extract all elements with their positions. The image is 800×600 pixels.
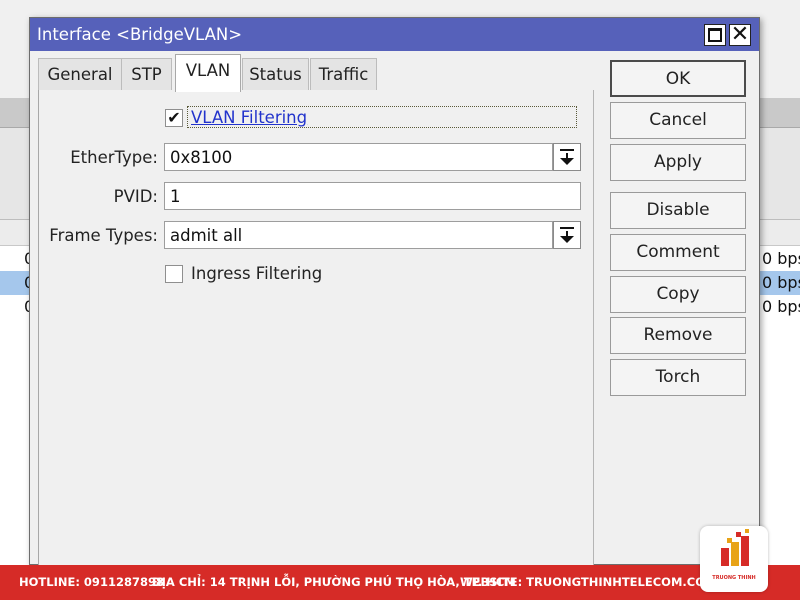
disable-button[interactable]: Disable [610, 192, 746, 229]
pvid-field[interactable]: 1 [164, 182, 581, 210]
comment-button[interactable]: Comment [610, 234, 746, 271]
footer-hotline: HOTLINE: 0911287898 [19, 575, 164, 589]
logo-mark-icon [721, 529, 749, 566]
panel-divider [593, 90, 594, 566]
row-rate-value: 0 bps [762, 273, 800, 292]
ethertype-dropdown-button[interactable] [553, 143, 581, 171]
tab-vlan[interactable]: VLAN [175, 54, 241, 92]
cancel-button[interactable]: Cancel [610, 102, 746, 139]
vlan-filtering-checkbox[interactable]: ✔ [165, 109, 183, 127]
ingress-filtering-checkbox[interactable] [165, 265, 183, 283]
apply-button[interactable]: Apply [610, 144, 746, 181]
close-icon: ✕ [730, 22, 750, 47]
frame-types-field[interactable]: admit all [164, 221, 553, 249]
logo-text: TRUONG THINH [712, 575, 756, 581]
frame-types-dropdown-button[interactable] [553, 221, 581, 249]
tab-general[interactable]: General [38, 58, 122, 91]
ok-button[interactable]: OK [610, 60, 746, 97]
ingress-filtering-label[interactable]: Ingress Filtering [191, 264, 322, 283]
checkmark-icon: ✔ [167, 108, 181, 127]
maximize-icon [708, 28, 722, 42]
dialog-titlebar[interactable]: Interface <BridgeVLAN> ✕ [30, 18, 759, 51]
frame-types-label: Frame Types: [49, 226, 158, 245]
dropdown-arrow-icon [560, 149, 574, 151]
tab-status[interactable]: Status [242, 58, 309, 91]
copy-button[interactable]: Copy [610, 276, 746, 313]
ethertype-label: EtherType: [70, 148, 158, 167]
pvid-label: PVID: [113, 187, 158, 206]
company-logo: TRUONG THINH [700, 526, 768, 592]
footer-banner: HOTLINE: 0911287898 ĐỊA CHỈ: 14 TRỊNH LỖ… [0, 565, 800, 600]
row-rate-value: 0 bps [762, 297, 800, 316]
interface-dialog: Interface <BridgeVLAN> ✕ General STP VLA… [29, 17, 760, 566]
close-button[interactable]: ✕ [729, 22, 751, 47]
torch-button[interactable]: Torch [610, 359, 746, 396]
footer-website: WEBSITE: TRUONGTHINHTELECOM.COM [460, 575, 717, 589]
ethertype-field[interactable]: 0x8100 [164, 143, 553, 171]
remove-button[interactable]: Remove [610, 317, 746, 354]
row-rate-value: 0 bps [762, 249, 800, 268]
vlan-filtering-label[interactable]: VLAN Filtering [191, 108, 307, 127]
tab-stp[interactable]: STP [121, 58, 172, 91]
tab-traffic[interactable]: Traffic [310, 58, 377, 91]
dialog-title: Interface <BridgeVLAN> [37, 25, 243, 44]
dropdown-arrow-icon [560, 227, 574, 229]
maximize-button[interactable] [704, 24, 726, 46]
